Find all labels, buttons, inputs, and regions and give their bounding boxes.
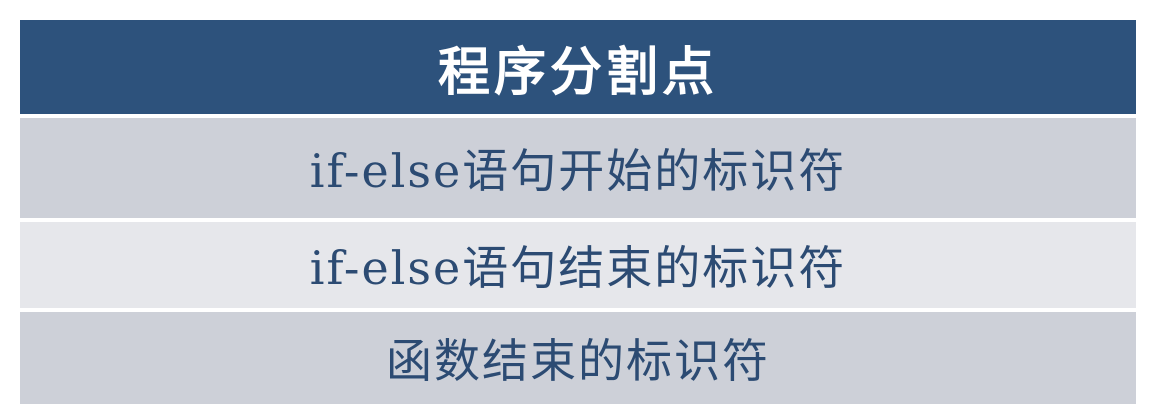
table-row-label: if-else语句结束的标识符 xyxy=(309,241,847,295)
table-header: 程序分割点 xyxy=(20,20,1136,114)
table-row: 函数结束的标识符 xyxy=(20,308,1136,404)
table-header-label: 程序分割点 xyxy=(437,41,718,103)
table-row-label: if-else语句开始的标识符 xyxy=(309,144,847,198)
table-row-label: 函数结束的标识符 xyxy=(386,334,770,388)
table-row: if-else语句开始的标识符 xyxy=(20,114,1136,218)
table-row: if-else语句结束的标识符 xyxy=(20,218,1136,308)
split-point-table: 程序分割点 if-else语句开始的标识符 if-else语句结束的标识符 函数… xyxy=(20,20,1136,404)
